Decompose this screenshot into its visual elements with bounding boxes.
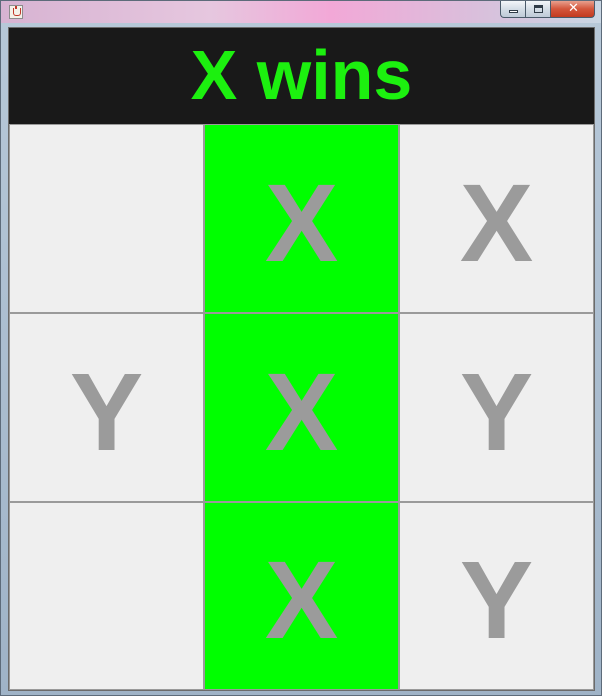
status-banner: X wins	[9, 28, 594, 124]
cell-mark: X	[264, 350, 339, 474]
app-window: ✕ X wins X X Y X Y X Y	[0, 0, 602, 696]
game-board: X X Y X Y X Y	[9, 124, 594, 690]
close-button[interactable]: ✕	[550, 1, 595, 18]
maximize-button[interactable]	[525, 1, 550, 18]
cell-mark: X	[459, 161, 534, 285]
cell-mark: X	[264, 161, 339, 285]
close-icon: ✕	[568, 1, 579, 16]
board-cell-5[interactable]: X	[204, 313, 399, 502]
cell-mark: Y	[459, 539, 534, 662]
board-cell-7[interactable]	[9, 502, 204, 690]
minimize-button[interactable]	[500, 1, 525, 18]
game-panel: X wins X X Y X Y X Y	[8, 27, 595, 691]
cell-mark: Y	[69, 350, 144, 474]
cell-mark: Y	[459, 350, 534, 474]
title-bar[interactable]: ✕	[1, 1, 601, 23]
board-cell-2[interactable]: X	[204, 124, 399, 313]
board-cell-1[interactable]	[9, 124, 204, 313]
board-cell-9[interactable]: Y	[399, 502, 594, 690]
board-cell-4[interactable]: Y	[9, 313, 204, 502]
status-text: X wins	[190, 36, 413, 114]
window-controls: ✕	[500, 1, 595, 19]
minimize-icon	[509, 10, 518, 13]
cell-mark: X	[264, 539, 339, 662]
board-cell-3[interactable]: X	[399, 124, 594, 313]
board-cell-8[interactable]: X	[204, 502, 399, 690]
java-app-icon[interactable]	[9, 5, 23, 19]
maximize-icon	[534, 5, 543, 13]
board-cell-6[interactable]: Y	[399, 313, 594, 502]
